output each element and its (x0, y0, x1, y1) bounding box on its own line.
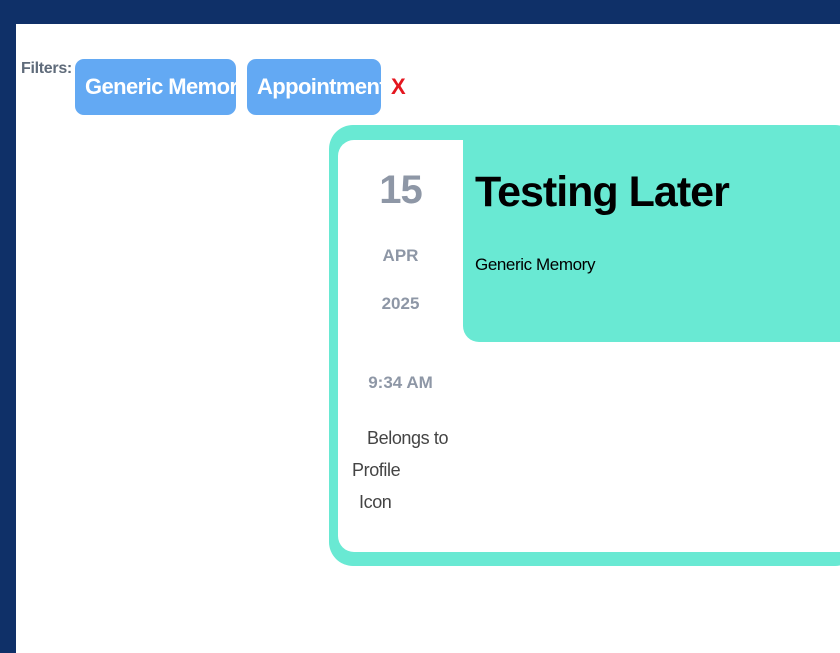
memory-card[interactable]: 15 APR 2025 9:34 AM Belongs to Profile I… (329, 125, 840, 566)
card-category: Generic Memory (475, 255, 596, 274)
owner-line-2: Profile (352, 460, 401, 480)
owner-line-1: Belongs to (367, 428, 449, 448)
date-year: 2025 (381, 294, 420, 313)
filters-label: Filters: (21, 60, 72, 77)
card-header: Testing Later Generic Memory (463, 140, 840, 342)
card-title: Testing Later (475, 168, 730, 216)
filter-chip-label: Generic Memory (85, 74, 250, 99)
owner-line-3: Icon (359, 492, 392, 512)
filter-chip-label: Appointment (257, 74, 387, 99)
profile-icon-placeholder: Belongs to Profile Icon (352, 422, 464, 518)
date-day: 15 (379, 168, 423, 212)
top-bar (0, 0, 840, 24)
filter-chip-generic-memory[interactable]: Generic Memory X (75, 59, 269, 115)
date-time: 9:34 AM (368, 373, 433, 392)
remove-filter-icon[interactable]: X (391, 74, 406, 100)
filter-chip-appointment[interactable]: Appointment X (247, 59, 406, 115)
date-month: APR (382, 246, 419, 265)
memory-card-body: 15 APR 2025 9:34 AM Belongs to Profile I… (338, 140, 840, 552)
main-content: Filters: Generic Memory X Appointment X … (16, 24, 840, 653)
